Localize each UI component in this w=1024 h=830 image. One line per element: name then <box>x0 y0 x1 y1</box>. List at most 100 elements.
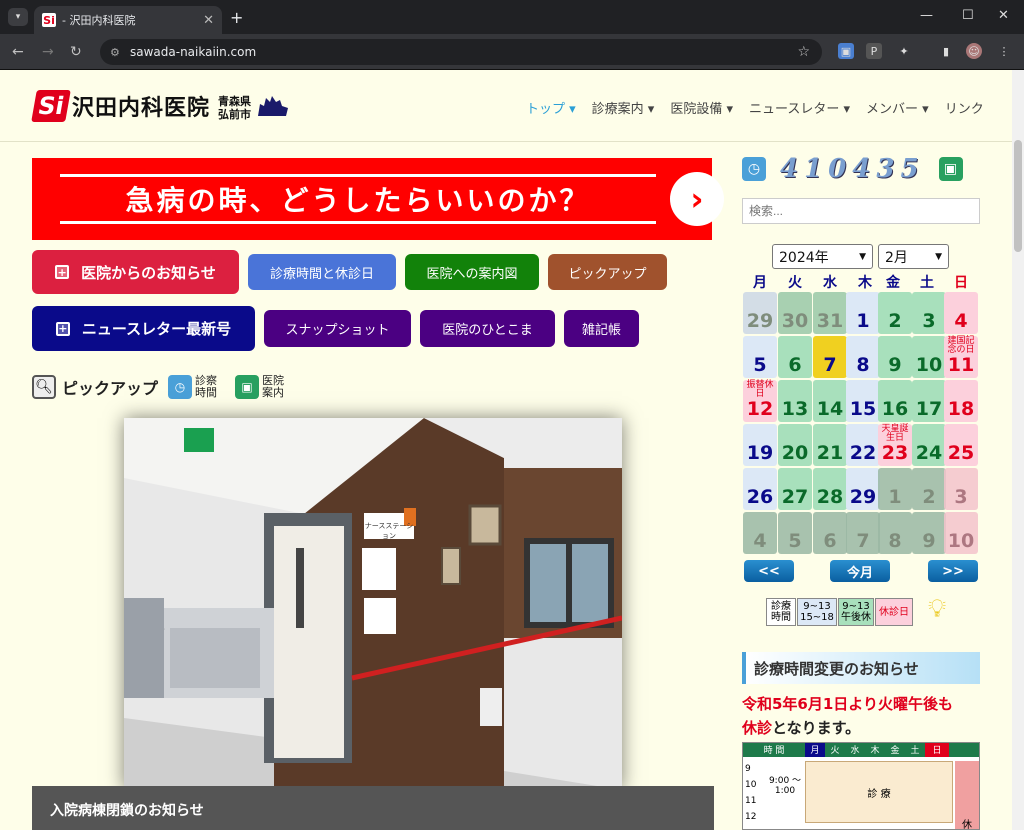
calendar-day[interactable]: 18 <box>944 380 978 422</box>
nav-facilities[interactable]: 医院設備 ▾ <box>670 98 733 117</box>
calendar-day[interactable]: 13 <box>778 380 812 422</box>
nav-top[interactable]: トップ ▾ <box>526 98 576 117</box>
next-month-button[interactable]: >> <box>928 560 978 582</box>
calendar-day[interactable]: 22 <box>846 424 880 466</box>
top-nav: トップ ▾ 診療案内 ▾ 医院設備 ▾ ニュースレター ▾ メンバー ▾ リンク <box>526 98 1000 117</box>
calendar-day[interactable]: 27 <box>778 468 812 510</box>
calendar-day[interactable]: 1 <box>878 468 912 510</box>
pickup-link[interactable]: ピックアップ <box>62 375 158 399</box>
calendar-day[interactable]: 17 <box>912 380 946 422</box>
calendar-day[interactable]: 8 <box>846 336 880 378</box>
calendar-day[interactable]: 5 <box>778 512 812 554</box>
calendar-day[interactable]: 1 <box>846 292 880 334</box>
clock-icon[interactable]: ◷ <box>742 157 766 181</box>
calendar-day[interactable]: 24 <box>912 424 946 466</box>
close-tab-icon[interactable]: ✕ <box>203 13 214 28</box>
year-select[interactable]: 2024年 ▼ <box>772 244 873 269</box>
reload-icon[interactable]: ↻ <box>70 44 82 60</box>
calendar-day[interactable]: 19 <box>743 424 777 466</box>
calendar-day[interactable]: 8 <box>878 512 912 554</box>
hours-button[interactable]: 診療時間と休診日 <box>248 254 396 290</box>
pickup-button[interactable]: ピックアップ <box>548 254 667 290</box>
notes-button[interactable]: 雑記帳 <box>564 310 639 347</box>
calendar-day[interactable]: 9 <box>878 336 912 378</box>
calendar-day[interactable]: 2 <box>878 292 912 334</box>
forward-icon[interactable]: → <box>42 44 54 60</box>
extension-icon[interactable]: ▣ <box>838 43 854 59</box>
calendar-day[interactable]: 16 <box>878 380 912 422</box>
minimize-icon[interactable]: — <box>920 8 933 23</box>
calendar-day[interactable]: 23 天皇誕生日 <box>878 424 912 466</box>
calendar-day[interactable]: 10 <box>912 336 946 378</box>
calendar-day[interactable]: 20 <box>778 424 812 466</box>
this-month-button[interactable]: 今月 <box>830 560 890 582</box>
calendar-day[interactable]: 25 <box>944 424 978 466</box>
nav-newsletter[interactable]: ニュースレター ▾ <box>749 98 850 117</box>
nav-clinic-info[interactable]: 診療案内 ▾ <box>592 98 655 117</box>
legend-normal: 9~13 15~18 <box>797 598 837 626</box>
tab-search-button[interactable]: ▾ <box>8 8 28 26</box>
puzzle-icon[interactable]: ✦ <box>896 43 912 59</box>
magnifier-icon[interactable]: 🔍︎ <box>32 375 56 399</box>
notice-button[interactable]: + 医院からのお知らせ <box>32 250 239 294</box>
calendar-day[interactable]: 7 <box>813 336 847 378</box>
menu-dots-icon[interactable]: ⋮ <box>996 43 1012 59</box>
calendar-day[interactable]: 29 <box>743 292 777 334</box>
guide-icon[interactable]: ▣ <box>235 375 260 399</box>
calendar-day[interactable]: 3 <box>912 292 946 334</box>
calendar-day[interactable]: 4 <box>743 512 777 554</box>
calendar-day-number: 1 <box>856 310 870 332</box>
calendar-day[interactable]: 28 <box>813 468 847 510</box>
guide-icon[interactable]: ▣ <box>938 157 963 181</box>
calendar-day[interactable]: 30 <box>778 292 812 334</box>
calendar-day[interactable]: 7 <box>846 512 880 554</box>
calendar-day[interactable]: 10 <box>944 512 978 554</box>
newsletter-button[interactable]: + ニュースレター最新号 <box>32 306 255 351</box>
back-icon[interactable]: ← <box>12 44 24 60</box>
emergency-banner[interactable]: 急病の時、どうしたらいいのか？ › <box>32 158 724 240</box>
calendar-day[interactable]: 21 <box>813 424 847 466</box>
prev-month-button[interactable]: << <box>744 560 794 582</box>
calendar-day[interactable]: 3 <box>944 468 978 510</box>
bookmark-star-icon[interactable]: ☆ <box>797 44 810 60</box>
search-input[interactable] <box>742 198 980 224</box>
snapshot-button[interactable]: スナップショット <box>264 310 411 347</box>
hours-link[interactable]: 診察時間 <box>195 375 225 399</box>
browser-tab[interactable]: Si - 沢田内科医院 ✕ <box>34 6 222 34</box>
month-select[interactable]: 2月 ▼ <box>878 244 949 269</box>
address-bar[interactable]: ⚙ sawada-naikaiin.com ☆ <box>100 39 822 65</box>
calendar-day[interactable]: 14 <box>813 380 847 422</box>
maximize-icon[interactable]: ☐ <box>962 8 974 23</box>
clock-icon[interactable]: ◷ <box>168 375 193 399</box>
guide-link[interactable]: 医院案内 <box>262 375 292 399</box>
site-info-icon[interactable]: ⚙ <box>110 46 120 59</box>
profile-avatar[interactable]: ☺ <box>966 43 982 59</box>
calendar-day[interactable]: 6 <box>778 336 812 378</box>
calendar-day[interactable]: 31 <box>813 292 847 334</box>
calendar-day[interactable]: 9 <box>912 512 946 554</box>
new-tab-icon[interactable]: + <box>230 8 243 27</box>
calendar-day-number: 5 <box>753 354 767 376</box>
nav-links[interactable]: リンク <box>945 98 984 117</box>
legend-closed: 休診日 <box>875 598 913 626</box>
close-window-icon[interactable]: ✕ <box>998 8 1009 23</box>
calendar-day[interactable]: 26 <box>743 468 777 510</box>
calendar-day[interactable]: 29 <box>846 468 880 510</box>
weekday-sat: 土 <box>920 275 934 291</box>
calendar-day[interactable]: 2 <box>912 468 946 510</box>
calendar-day[interactable]: 5 <box>743 336 777 378</box>
map-button[interactable]: 医院への案内図 <box>405 254 539 290</box>
hitokoma-button[interactable]: 医院のひとこま <box>420 310 555 347</box>
extension-p-icon[interactable]: P <box>866 43 882 59</box>
lightbulb-icon[interactable]: 💡︎ <box>928 594 958 628</box>
calendar-day[interactable]: 6 <box>813 512 847 554</box>
calendar-day[interactable]: 11 建国記念の日 <box>944 336 978 378</box>
calendar-day[interactable]: 15 <box>846 380 880 422</box>
news-caption[interactable]: 入院病棟閉鎖のお知らせ <box>32 786 714 830</box>
calendar-day[interactable]: 12 振替休日 <box>743 380 777 422</box>
sidepanel-icon[interactable]: ▮ <box>938 43 954 59</box>
site-logo[interactable]: Si 沢田内科医院 <box>31 88 210 124</box>
calendar-day[interactable]: 4 <box>944 292 978 334</box>
scrollbar-thumb[interactable] <box>1014 140 1022 252</box>
nav-members[interactable]: メンバー ▾ <box>866 98 929 117</box>
